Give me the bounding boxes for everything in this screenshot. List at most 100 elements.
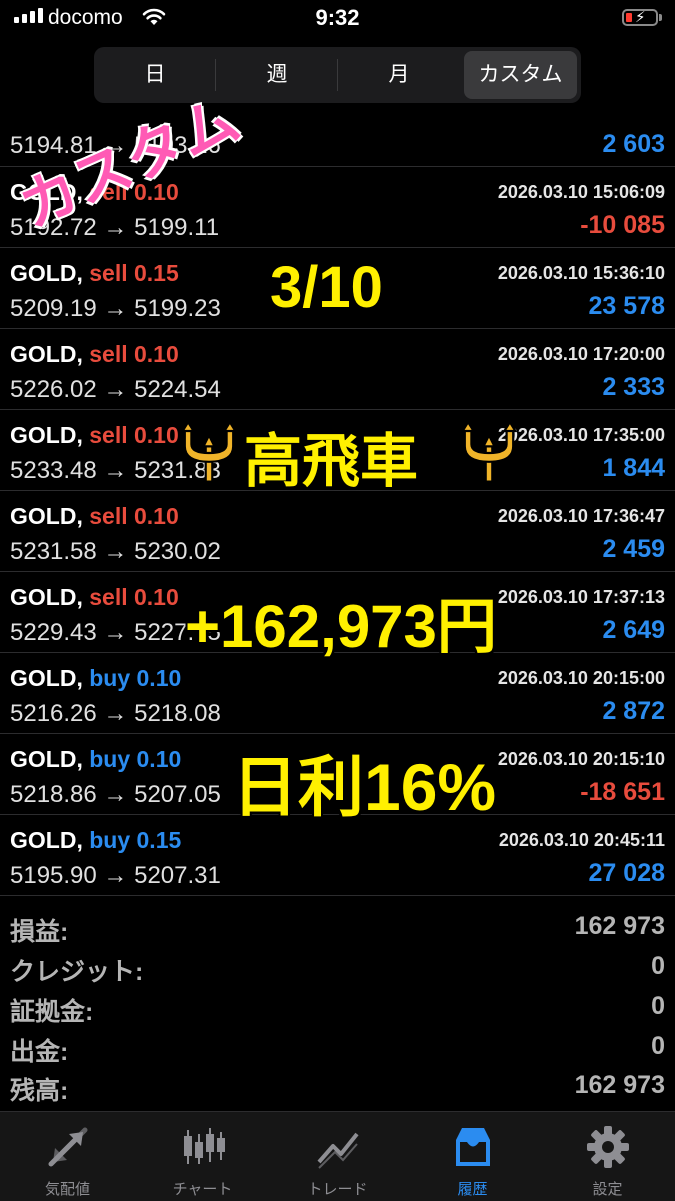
trade-prices: 5209.19 → 5199.23 [10, 295, 221, 322]
history-icon [456, 1128, 490, 1166]
trade-profit: -10 085 [580, 211, 665, 239]
trade-symbol-line: GOLD, buy 0.15 [10, 827, 181, 854]
trade-symbol-line: GOLD, buy 0.10 [10, 746, 181, 773]
status-bar: docomo 9:32 ⚡ [0, 0, 675, 38]
quotes-icon [48, 1127, 88, 1167]
trade-icon [317, 1132, 359, 1169]
trade-profit: 2 872 [602, 697, 665, 725]
trade-prices: 5226.02 → 5224.54 [10, 376, 221, 403]
trade-symbol: GOLD, [10, 746, 83, 772]
trade-volume: 0.10 [134, 584, 179, 610]
trade-prices: 5216.26 → 5218.08 [10, 700, 221, 727]
trade-symbol: GOLD, [10, 503, 83, 529]
summary-value-withdrawal: 0 [651, 1032, 665, 1060]
trade-symbol: GOLD, [10, 665, 83, 691]
trade-symbol: GOLD, [10, 827, 83, 853]
trade-volume: 0.10 [134, 503, 179, 529]
trade-datetime: 2026.03.10 17:35:00 [497, 425, 665, 445]
summary-label-balance: 残高: [10, 1077, 69, 1105]
trade-volume: 0.10 [134, 422, 179, 448]
trade-row[interactable]: GOLD, buy 0.10 2026.03.10 20:15:00 5216.… [0, 653, 675, 734]
segment-custom[interactable]: カスタム [464, 51, 577, 99]
trade-profit: -18 651 [580, 778, 665, 806]
tab-chart[interactable]: チャート [135, 1112, 270, 1201]
trade-datetime: 2026.03.10 15:06:09 [497, 182, 665, 202]
trade-symbol: GOLD, [10, 260, 83, 286]
chart-icon [184, 1128, 225, 1164]
tab-trade[interactable]: トレード [270, 1112, 405, 1201]
overlay-rate-text: 日利16% [232, 750, 497, 824]
trade-profit: 2 649 [602, 616, 665, 644]
tab-history[interactable]: 履歴 [405, 1112, 540, 1201]
trade-volume: 0.10 [136, 746, 182, 772]
battery-icon: ⚡ [622, 9, 658, 26]
trade-symbol-line: GOLD, sell 0.10 [10, 422, 179, 449]
trade-symbol-line: GOLD, buy 0.10 [10, 665, 181, 692]
trade-side: sell [89, 503, 128, 529]
trade-prices: 5231.58 → 5230.02 [10, 538, 221, 565]
trade-side: sell [89, 260, 128, 286]
trade-side: sell [89, 422, 128, 448]
summary-value-credit: 0 [651, 952, 665, 980]
trade-symbol-line: GOLD, sell 0.10 [10, 503, 179, 530]
trade-datetime: 2026.03.10 17:36:47 [497, 506, 665, 526]
tab-settings[interactable]: 設定 [540, 1112, 675, 1201]
segment-week[interactable]: 週 [219, 51, 335, 99]
trade-profit: 27 028 [588, 859, 665, 887]
overlay-name-text: 高飛車 [244, 429, 419, 494]
summary-label-deposit: 証拠金: [10, 998, 94, 1026]
trade-symbol-line: GOLD, sell 0.10 [10, 341, 179, 368]
trade-row[interactable]: GOLD, sell 0.10 2026.03.10 17:36:47 5231… [0, 491, 675, 572]
tab-quotes[interactable]: 気配値 [0, 1112, 135, 1201]
segment-month[interactable]: 月 [341, 51, 457, 99]
summary-label-credit: クレジット: [10, 958, 144, 986]
trade-side: buy [89, 665, 131, 691]
trade-datetime: 2026.03.10 17:20:00 [497, 344, 665, 364]
overlay-date-text: 3/10 [270, 255, 383, 320]
trident-icon [180, 420, 238, 483]
trade-profit: 2 603 [602, 130, 665, 158]
trident-icon [460, 420, 518, 483]
trade-volume: 0.10 [136, 665, 182, 691]
trade-side: buy [89, 827, 131, 853]
summary-value-deposit: 0 [651, 992, 665, 1020]
trade-prices: 5195.90 → 5207.31 [10, 862, 221, 889]
trade-profit: 2 333 [602, 373, 665, 401]
trade-volume: 0.15 [136, 827, 182, 853]
trade-side: sell [89, 584, 128, 610]
trade-datetime: 2026.03.10 20:45:11 [498, 830, 665, 850]
trade-datetime: 2026.03.10 17:37:13 [497, 587, 665, 607]
bottom-tab-bar: 気配値 チャート トレード 履歴 設定 [0, 1111, 675, 1201]
trade-prices: 5218.86 → 5207.05 [10, 781, 221, 808]
trade-symbol-line: GOLD, sell 0.15 [10, 260, 179, 287]
tab-label: 気配値 [44, 1181, 90, 1198]
trade-datetime: 2026.03.10 15:36:10 [497, 263, 665, 283]
settings-icon [587, 1126, 629, 1168]
tab-label: チャート [172, 1181, 233, 1198]
trade-datetime: 2026.03.10 20:15:00 [497, 668, 665, 688]
tab-label: 履歴 [457, 1181, 488, 1198]
summary-value-profit: 162 973 [574, 912, 665, 940]
trade-row[interactable]: GOLD, sell 0.10 2026.03.10 17:20:00 5226… [0, 329, 675, 410]
trade-symbol: GOLD, [10, 341, 83, 367]
trade-symbol: GOLD, [10, 422, 83, 448]
trade-side: sell [89, 341, 128, 367]
trade-volume: 0.15 [134, 260, 179, 286]
trade-profit: 2 459 [602, 535, 665, 563]
summary-label-withdrawal: 出金: [10, 1038, 69, 1066]
trade-volume: 0.10 [134, 341, 179, 367]
battery-cap [659, 14, 662, 21]
trade-symbol-line: GOLD, sell 0.10 [10, 584, 179, 611]
tab-label: 設定 [592, 1181, 623, 1198]
summary-label-profit: 損益: [10, 918, 69, 946]
trade-side: buy [89, 746, 131, 772]
trade-symbol: GOLD, [10, 584, 83, 610]
tab-label: トレード [307, 1181, 368, 1198]
summary-value-balance: 162 973 [574, 1071, 665, 1099]
overlay-amount-text: +162,973円 [185, 593, 497, 660]
segment-divider [337, 59, 338, 91]
trade-profit: 1 844 [602, 454, 665, 482]
trade-profit: 23 578 [588, 292, 665, 320]
trade-datetime: 2026.03.10 20:15:10 [497, 749, 665, 769]
status-time: 9:32 [315, 5, 360, 30]
